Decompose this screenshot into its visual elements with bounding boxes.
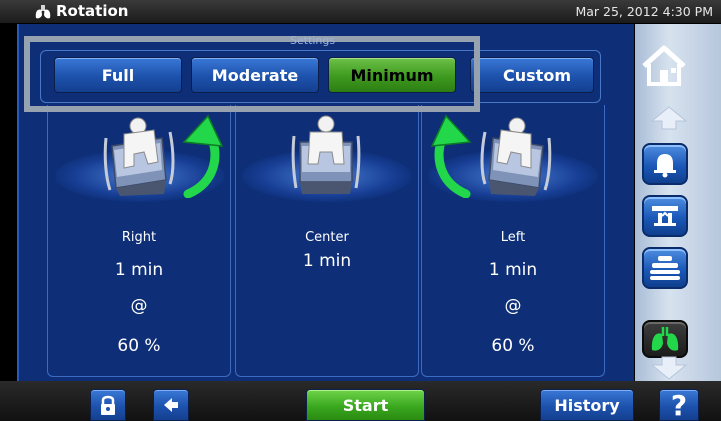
rotate-left-arrow-icon <box>430 114 472 198</box>
mode-custom-button[interactable]: Custom <box>470 57 594 93</box>
left-at-symbol: @ <box>504 296 522 316</box>
lock-button[interactable] <box>90 389 126 421</box>
patient-position-button[interactable] <box>642 247 688 289</box>
right-at-symbol: @ <box>130 296 148 316</box>
right-percent-value: 60 % <box>117 336 161 356</box>
lock-icon <box>101 395 115 415</box>
scroll-down-arrow-icon[interactable] <box>648 355 690 381</box>
page-title: Rotation <box>56 2 129 20</box>
scale-button[interactable] <box>642 195 688 237</box>
start-button[interactable]: Start <box>306 389 425 421</box>
left-duration-value: 1 min <box>488 260 538 280</box>
left-position-label: Left <box>500 230 526 245</box>
lungs-icon <box>35 5 51 19</box>
bed-center-icon <box>291 115 361 194</box>
title-bar: Rotation Mar 25, 2012 4:30 PM <box>0 0 721 24</box>
settings-highlight <box>24 36 480 112</box>
home-icon[interactable] <box>636 40 692 90</box>
lungs-therapy-icon <box>651 327 679 351</box>
right-duration-value: 1 min <box>114 260 164 280</box>
date-time: Mar 25, 2012 4:30 PM <box>575 4 713 19</box>
patient-bed-icon <box>650 256 680 280</box>
help-button[interactable]: ? <box>659 389 699 421</box>
scroll-up-arrow-icon[interactable] <box>648 105 690 131</box>
alarm-button[interactable] <box>642 143 688 185</box>
rotation-therapy-button[interactable] <box>642 320 688 358</box>
center-duration-value: 1 min <box>302 251 352 271</box>
bed-tilt-left-icon <box>480 117 552 196</box>
scale-icon <box>652 206 678 226</box>
back-button[interactable] <box>153 389 189 421</box>
left-percent-value: 60 % <box>491 336 535 356</box>
rotate-right-arrow-icon <box>182 114 224 198</box>
history-button[interactable]: History <box>540 389 634 421</box>
right-position-label: Right <box>121 230 157 245</box>
bell-icon <box>654 154 676 178</box>
center-position-label: Center <box>305 230 349 245</box>
back-arrow-icon <box>164 398 178 412</box>
bed-tilt-right-icon <box>103 117 175 196</box>
settings-label: Settings <box>290 34 336 47</box>
